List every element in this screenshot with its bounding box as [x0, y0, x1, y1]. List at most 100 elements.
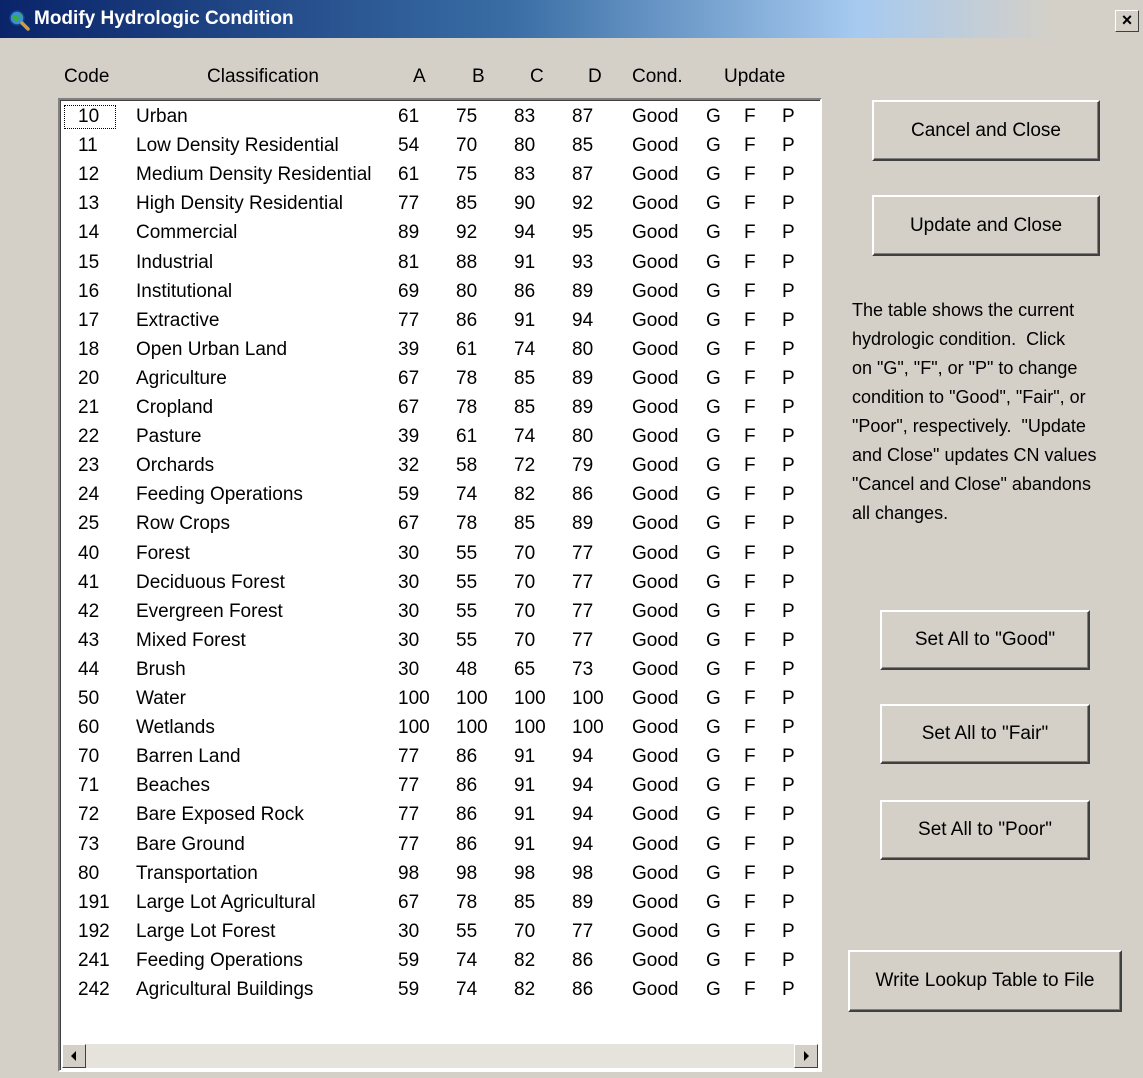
update-poor-button[interactable]: P — [782, 572, 795, 594]
update-poor-button[interactable]: P — [782, 717, 795, 739]
table-row[interactable]: 21 Cropland 67 78 85 89 Good G F P — [60, 395, 800, 424]
update-good-button[interactable]: G — [706, 775, 721, 797]
set-all-good-button[interactable]: Set All to "Good" — [880, 610, 1090, 670]
update-poor-button[interactable]: P — [782, 892, 795, 914]
update-poor-button[interactable]: P — [782, 106, 795, 128]
update-fair-button[interactable]: F — [744, 746, 756, 768]
update-fair-button[interactable]: F — [744, 426, 756, 448]
table-row[interactable]: 191 Large Lot Agricultural 67 78 85 89 Good G F P — [60, 890, 800, 919]
update-fair-button[interactable]: F — [744, 804, 756, 826]
update-poor-button[interactable]: P — [782, 426, 795, 448]
update-fair-button[interactable]: F — [744, 455, 756, 477]
table-row[interactable]: 44 Brush 30 48 65 73 Good G F P — [60, 657, 800, 686]
update-fair-button[interactable]: F — [744, 601, 756, 623]
table-row[interactable]: 73 Bare Ground 77 86 91 94 Good G F P — [60, 832, 800, 861]
land-use-table[interactable]: 10 Urban 61 75 83 87 Good G F P 11 Low Density Resi… — [58, 98, 822, 1072]
update-fair-button[interactable]: F — [744, 339, 756, 361]
table-row[interactable]: 41 Deciduous Forest 30 55 70 77 Good G F P — [60, 570, 800, 599]
table-row[interactable]: 71 Beaches 77 86 91 94 Good G F P — [60, 773, 800, 802]
update-poor-button[interactable]: P — [782, 135, 795, 157]
update-good-button[interactable]: G — [706, 659, 721, 681]
update-good-button[interactable]: G — [706, 252, 721, 274]
update-good-button[interactable]: G — [706, 222, 721, 244]
update-fair-button[interactable]: F — [744, 397, 756, 419]
horizontal-scrollbar[interactable] — [62, 1044, 818, 1068]
title-bar[interactable]: Modify Hydrologic Condition × — [0, 0, 1143, 38]
update-poor-button[interactable]: P — [782, 164, 795, 186]
update-poor-button[interactable]: P — [782, 252, 795, 274]
update-poor-button[interactable]: P — [782, 601, 795, 623]
table-row[interactable]: 192 Large Lot Forest 30 55 70 77 Good G F P — [60, 919, 800, 948]
update-good-button[interactable]: G — [706, 688, 721, 710]
update-poor-button[interactable]: P — [782, 543, 795, 565]
update-good-button[interactable]: G — [706, 921, 721, 943]
update-fair-button[interactable]: F — [744, 572, 756, 594]
update-good-button[interactable]: G — [706, 804, 721, 826]
update-poor-button[interactable]: P — [782, 863, 795, 885]
update-good-button[interactable]: G — [706, 426, 721, 448]
write-lookup-table-button[interactable]: Write Lookup Table to File — [848, 950, 1122, 1012]
update-poor-button[interactable]: P — [782, 804, 795, 826]
update-good-button[interactable]: G — [706, 746, 721, 768]
update-good-button[interactable]: G — [706, 513, 721, 535]
update-fair-button[interactable]: F — [744, 310, 756, 332]
table-row[interactable]: 50 Water 100 100 100 100 Good G F P — [60, 686, 800, 715]
table-row[interactable]: 72 Bare Exposed Rock 77 86 91 94 Good G F P — [60, 802, 800, 831]
update-good-button[interactable]: G — [706, 950, 721, 972]
update-fair-button[interactable]: F — [744, 659, 756, 681]
update-good-button[interactable]: G — [706, 863, 721, 885]
table-row[interactable]: 43 Mixed Forest 30 55 70 77 Good G F P — [60, 628, 800, 657]
table-row[interactable]: 11 Low Density Residential 54 70 80 85 Good G F P — [60, 133, 800, 162]
update-good-button[interactable]: G — [706, 135, 721, 157]
update-fair-button[interactable]: F — [744, 717, 756, 739]
close-button[interactable]: × — [1115, 10, 1139, 32]
update-poor-button[interactable]: P — [782, 455, 795, 477]
table-row[interactable]: 10 Urban 61 75 83 87 Good G F P — [60, 104, 800, 133]
update-good-button[interactable]: G — [706, 368, 721, 390]
table-row[interactable]: 20 Agriculture 67 78 85 89 Good G F P — [60, 366, 800, 395]
update-good-button[interactable]: G — [706, 892, 721, 914]
update-fair-button[interactable]: F — [744, 484, 756, 506]
update-poor-button[interactable]: P — [782, 979, 795, 1001]
table-row[interactable]: 12 Medium Density Residential 61 75 83 87 Good… — [60, 162, 800, 191]
table-row[interactable]: 80 Transportation 98 98 98 98 Good G F P — [60, 861, 800, 890]
update-poor-button[interactable]: P — [782, 222, 795, 244]
update-fair-button[interactable]: F — [744, 252, 756, 274]
update-poor-button[interactable]: P — [782, 193, 795, 215]
update-poor-button[interactable]: P — [782, 368, 795, 390]
update-poor-button[interactable]: P — [782, 281, 795, 303]
update-poor-button[interactable]: P — [782, 775, 795, 797]
update-poor-button[interactable]: P — [782, 397, 795, 419]
table-row[interactable]: 16 Institutional 69 80 86 89 Good G F P — [60, 279, 800, 308]
update-poor-button[interactable]: P — [782, 688, 795, 710]
update-fair-button[interactable]: F — [744, 513, 756, 535]
update-fair-button[interactable]: F — [744, 775, 756, 797]
update-good-button[interactable]: G — [706, 601, 721, 623]
table-row[interactable]: 23 Orchards 32 58 72 79 Good G F P — [60, 453, 800, 482]
update-fair-button[interactable]: F — [744, 950, 756, 972]
scroll-right-button[interactable] — [794, 1044, 818, 1068]
update-and-close-button[interactable]: Update and Close — [872, 195, 1100, 256]
update-poor-button[interactable]: P — [782, 659, 795, 681]
table-row[interactable]: 24 Feeding Operations 59 74 82 86 Good G F P — [60, 482, 800, 511]
update-fair-button[interactable]: F — [744, 979, 756, 1001]
update-poor-button[interactable]: P — [782, 310, 795, 332]
table-row[interactable]: 15 Industrial 81 88 91 93 Good G F P — [60, 250, 800, 279]
update-good-button[interactable]: G — [706, 543, 721, 565]
update-good-button[interactable]: G — [706, 572, 721, 594]
update-fair-button[interactable]: F — [744, 892, 756, 914]
update-poor-button[interactable]: P — [782, 746, 795, 768]
table-row[interactable]: 40 Forest 30 55 70 77 Good G F P — [60, 541, 800, 570]
update-fair-button[interactable]: F — [744, 106, 756, 128]
update-good-button[interactable]: G — [706, 834, 721, 856]
table-row[interactable]: 17 Extractive 77 86 91 94 Good G F P — [60, 308, 800, 337]
table-row[interactable]: 242 Agricultural Buildings 59 74 82 86 Good G F P — [60, 977, 800, 1006]
update-fair-button[interactable]: F — [744, 863, 756, 885]
update-poor-button[interactable]: P — [782, 950, 795, 972]
table-row[interactable]: 14 Commercial 89 92 94 95 Good G F P — [60, 220, 800, 249]
set-all-fair-button[interactable]: Set All to "Fair" — [880, 704, 1090, 764]
update-poor-button[interactable]: P — [782, 630, 795, 652]
update-good-button[interactable]: G — [706, 339, 721, 361]
update-good-button[interactable]: G — [706, 397, 721, 419]
update-poor-button[interactable]: P — [782, 921, 795, 943]
